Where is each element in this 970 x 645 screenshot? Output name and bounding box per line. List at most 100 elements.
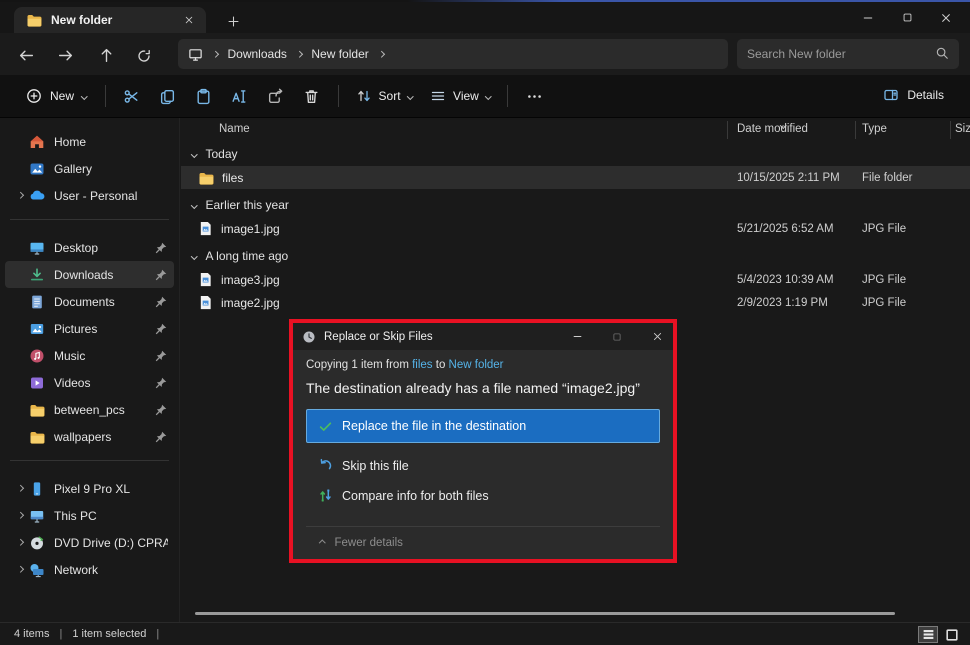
toolbar-divider (105, 85, 106, 107)
sidebar-item-dvd-drive[interactable]: DVD Drive (D:) CPRA_X64FRE_ (5, 529, 174, 556)
sidebar-item-desktop[interactable]: Desktop (5, 234, 174, 261)
column-header-type[interactable]: Type (862, 123, 887, 135)
this-pc-icon (188, 47, 203, 62)
group-header-earlier-this-year[interactable]: Earlier this year (181, 193, 970, 217)
sidebar-item-home[interactable]: Home (5, 128, 174, 155)
breadcrumb-chevron-icon[interactable] (212, 51, 218, 57)
column-divider[interactable] (855, 121, 856, 139)
file-date-modified: 2/9/2023 1:19 PM (737, 297, 828, 309)
file-name: image1.jpg (221, 222, 280, 236)
scissors-icon (123, 88, 140, 105)
copy-button[interactable] (150, 81, 186, 111)
sidebar-item-between-pcs[interactable]: between_pcs (5, 396, 174, 423)
view-button[interactable]: View (421, 83, 499, 109)
search-box[interactable] (737, 39, 959, 69)
explorer-tab[interactable]: New folder (14, 7, 206, 33)
ellipsis-icon (526, 88, 543, 105)
skip-file-option[interactable]: Skip this file (306, 458, 660, 473)
rename-icon (231, 88, 248, 105)
dialog-close-button[interactable] (641, 323, 673, 350)
group-header-a-long-time-ago[interactable]: A long time ago (181, 244, 970, 268)
dialog-maximize-button (601, 323, 633, 350)
column-header-name[interactable]: Name (219, 123, 250, 135)
thumbnail-view-button[interactable] (942, 626, 962, 643)
collapse-icon[interactable] (191, 253, 197, 259)
desktop-icon (29, 240, 45, 256)
file-row-image2[interactable]: image2.jpg 2/9/2023 1:19 PM JPG File (181, 291, 970, 314)
sidebar-item-onedrive-personal[interactable]: User - Personal (5, 182, 174, 209)
tab-close-icon[interactable] (180, 11, 198, 29)
refresh-button[interactable] (131, 43, 157, 68)
file-type: File folder (862, 172, 913, 184)
replace-or-skip-dialog: Replace or Skip Files Copying 1 item fro… (293, 323, 673, 559)
collapse-icon[interactable] (191, 151, 197, 157)
pin-icon (154, 430, 168, 444)
destination-folder-link[interactable]: New folder (449, 359, 504, 371)
pin-icon (154, 322, 168, 336)
column-header-size[interactable]: Size (955, 123, 970, 135)
sidebar-item-downloads[interactable]: Downloads (5, 261, 174, 288)
file-type: JPG File (862, 274, 906, 286)
sidebar-item-gallery[interactable]: Gallery (5, 155, 174, 182)
copy-dialog-icon (302, 330, 316, 344)
see-more-button[interactable] (516, 81, 552, 111)
new-tab-button[interactable] (222, 11, 244, 31)
status-divider: | (156, 628, 159, 640)
replace-file-option[interactable]: Replace the file in the destination (306, 409, 660, 443)
breadcrumb-new-folder[interactable]: New folder (311, 47, 368, 61)
search-icon[interactable] (935, 46, 949, 63)
horizontal-scrollbar[interactable] (195, 612, 895, 615)
group-header-today[interactable]: Today (181, 142, 970, 166)
column-divider[interactable] (950, 121, 951, 139)
dialog-body: Copying 1 item from files to New folder … (293, 350, 673, 559)
details-view-button[interactable] (918, 626, 938, 643)
sidebar-item-network[interactable]: Network (5, 556, 174, 583)
collapse-icon[interactable] (191, 202, 197, 208)
forward-button[interactable] (52, 43, 78, 68)
sidebar-item-wallpapers[interactable]: wallpapers (5, 423, 174, 450)
gallery-icon (29, 161, 45, 177)
window-minimize-button[interactable] (852, 6, 884, 29)
copy-icon (159, 88, 176, 105)
details-view-icon (922, 628, 935, 641)
file-row-image1[interactable]: image1.jpg 5/21/2025 6:52 AM JPG File (181, 217, 970, 240)
breadcrumb-downloads[interactable]: Downloads (228, 47, 287, 61)
fewer-details-toggle[interactable]: Fewer details (306, 526, 660, 559)
sidebar-item-this-pc[interactable]: This PC (5, 502, 174, 529)
sidebar-item-documents[interactable]: Documents (5, 288, 174, 315)
onedrive-cloud-icon (29, 188, 45, 204)
chevron-down-icon (81, 93, 87, 99)
sidebar-item-pixel-9-pro-xl[interactable]: Pixel 9 Pro XL (5, 475, 174, 502)
column-header-date-modified[interactable]: Date modified (737, 123, 808, 135)
rename-button[interactable] (222, 81, 258, 111)
paste-button[interactable] (186, 81, 222, 111)
dialog-title: Replace or Skip Files (324, 331, 553, 343)
breadcrumb-chevron-icon[interactable] (378, 51, 384, 57)
breadcrumb-chevron-icon[interactable] (296, 51, 302, 57)
window-close-button[interactable] (930, 6, 962, 29)
dialog-title-bar[interactable]: Replace or Skip Files (293, 323, 673, 350)
address-bar[interactable]: Downloads New folder (178, 39, 728, 69)
column-divider[interactable] (727, 121, 728, 139)
sort-button[interactable]: Sort (347, 83, 422, 109)
compare-files-option[interactable]: Compare info for both files (306, 488, 660, 503)
back-button[interactable] (13, 43, 39, 68)
sidebar-item-pictures[interactable]: Pictures (5, 315, 174, 342)
new-button[interactable]: New (16, 83, 97, 109)
sidebar-item-music[interactable]: Music (5, 342, 174, 369)
window-maximize-button[interactable] (891, 6, 923, 29)
file-row-image3[interactable]: image3.jpg 5/4/2023 10:39 AM JPG File (181, 268, 970, 291)
sidebar-item-videos[interactable]: Videos (5, 369, 174, 396)
search-input[interactable] (747, 47, 935, 61)
up-button[interactable] (93, 43, 119, 68)
file-row-files[interactable]: files 10/15/2025 2:11 PM File folder (181, 166, 970, 189)
cut-button[interactable] (114, 81, 150, 111)
source-folder-link[interactable]: files (412, 359, 432, 371)
share-button[interactable] (258, 81, 294, 111)
dialog-minimize-button[interactable] (561, 323, 593, 350)
compare-icon (318, 488, 333, 503)
details-pane-button[interactable]: Details (875, 82, 952, 108)
delete-button[interactable] (294, 81, 330, 111)
command-toolbar: New Sort View Details (0, 75, 970, 118)
skip-undo-icon (318, 458, 333, 473)
